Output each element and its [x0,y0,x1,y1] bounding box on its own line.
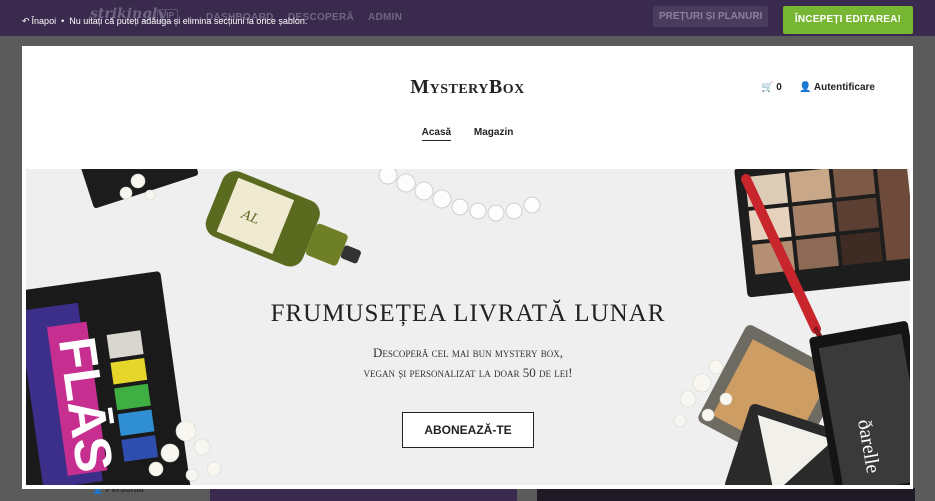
hero-subtitle-line-2: vegan și personalizat la doar 50 de lei! [363,365,573,380]
notice-message: Nu uitați că puteți adăuga și elimina se… [69,16,308,26]
cart-link[interactable]: 🛒 0 [761,82,782,93]
separator-dot: • [61,16,65,26]
background-section-dark [537,488,915,501]
cart-icon: 🛒 [761,82,774,93]
hero-title: Frumusețea livrată lunar [270,300,666,327]
hero-section: AL FLĀS ðarelle FRUMUSEȚEA LIVRATĂ LUNAR… [26,169,910,485]
hero-subtitle: Descoperă cel mai bun mystery box, vegan… [26,343,910,383]
background-section-purple [210,488,517,501]
cart-count: 0 [776,82,782,93]
pricing-button[interactable]: PREȚURI ȘI PLANURI [653,6,769,27]
start-editing-button[interactable]: ÎNCEPEȚI EDITAREA! [783,6,913,34]
back-notice: ↶ Înapoi • Nu uitați că puteți adăuga și el… [22,16,307,27]
user-icon: 👤 [799,82,812,93]
back-link[interactable]: ↶ Înapoi [22,16,56,26]
nav-admin[interactable]: ADMIN [368,12,402,23]
login-link[interactable]: 👤 Autentificare [799,82,875,93]
site-header: MysteryBox 🛒 0 👤 Autentificare Acasă Mag… [22,46,913,169]
back-label: Înapoi [31,16,57,26]
subscribe-button[interactable]: ABONEAZĂ-TE [402,412,534,448]
login-label: Autentificare [813,82,875,93]
site-preview: MysteryBox 🛒 0 👤 Autentificare Acasă Mag… [22,46,913,489]
back-arrow-icon: ↶ [22,16,30,26]
hero-subtitle-line-1: Descoperă cel mai bun mystery box, [373,345,563,360]
menu-item-shop[interactable]: Magazin [474,127,513,138]
site-menu: Acasă Magazin [22,127,913,141]
menu-item-home[interactable]: Acasă [421,127,452,141]
